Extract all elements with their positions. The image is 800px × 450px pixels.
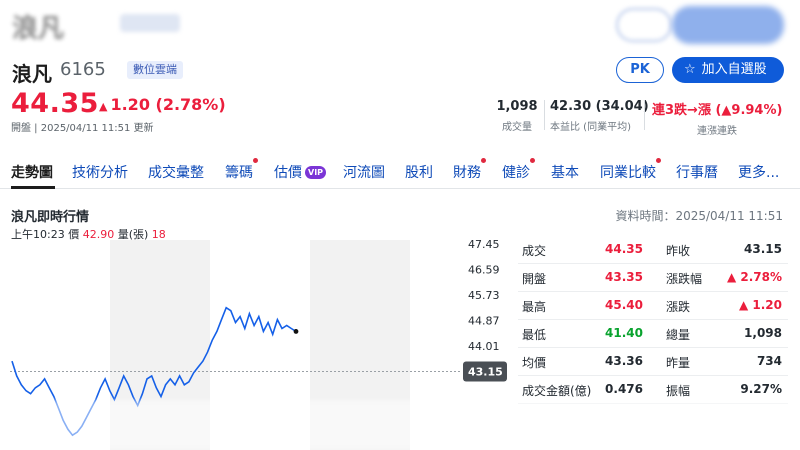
metric-value: 1,098 [496, 99, 538, 114]
up-triangle-icon: ▲ [99, 100, 108, 113]
y-tick-label: 47.45 [468, 240, 500, 251]
divider [544, 100, 545, 130]
stats-label: 開盤 [522, 272, 547, 286]
stats-value: 45.40 [605, 298, 643, 312]
pk-button[interactable]: PK [616, 57, 664, 83]
stats-label: 成交 [522, 244, 547, 258]
stats-label: 成交金額(億) [522, 384, 592, 398]
stats-row: 最高 45.40 漲跌 ▲ 1.20 [518, 292, 788, 320]
add-watchlist-button[interactable]: ☆ 加入自選股 [672, 57, 784, 83]
tab-chart[interactable]: 走勢圖 [11, 162, 53, 182]
blurred-header-strip: 浪凡 [0, 0, 800, 50]
stats-value: 43.35 [605, 270, 643, 284]
stats-label: 振幅 [666, 384, 691, 398]
metric-label: 連漲連跌 [697, 126, 737, 137]
price-change-value: 1.20 (2.78%) [110, 95, 226, 114]
add-watchlist-label: 加入自選股 [701, 62, 767, 77]
stats-row: 成交 44.35 昨收 43.15 [518, 236, 788, 264]
stock-code: 6165 [60, 59, 106, 80]
notification-dot [481, 158, 486, 163]
y-tick-label: 46.59 [468, 263, 500, 276]
tab-label: 健診 [502, 165, 530, 181]
stats-value: 0.476 [605, 382, 643, 396]
metric-streak: 連3跌→漲 (▲9.94%) 連漲連跌 [652, 99, 782, 137]
blurred-add-button [672, 6, 784, 44]
stats-value: 41.40 [605, 326, 643, 340]
y-tick-label: 44.87 [468, 314, 500, 327]
stats-row: 開盤 43.35 漲跌幅 ▲ 2.78% [518, 264, 788, 292]
tab-valuation[interactable]: 估價 VIP [274, 162, 327, 182]
stats-row: 最低 41.40 總量 1,098 [518, 320, 788, 348]
data-time: 資料時間：2025/04/11 11:51 [615, 209, 783, 223]
price-change: ▲ 1.20 (2.78%) [99, 95, 226, 114]
y-tick-label: 45.73 [468, 289, 500, 302]
tab-technical[interactable]: 技術分析 [72, 162, 128, 182]
notification-dot [253, 158, 258, 163]
divider [644, 100, 645, 130]
star-icon: ☆ [684, 62, 696, 77]
tab-financial[interactable]: 財務 [453, 158, 486, 182]
metric-label: 成交量 [502, 122, 532, 133]
stats-value: 43.15 [744, 242, 782, 256]
market-status: 開盤 | 2025/04/11 11:51 更新 [11, 123, 154, 134]
y-tick-label: 44.01 [468, 340, 500, 353]
notification-dot [656, 158, 661, 163]
tab-dividend[interactable]: 股利 [405, 162, 433, 182]
stats-value: 1,098 [744, 326, 782, 340]
blurred-tag [120, 14, 180, 32]
stats-label: 總量 [666, 328, 691, 342]
last-price-dot [293, 329, 299, 334]
stats-label: 昨收 [666, 244, 691, 258]
metric-volume: 1,098 成交量 [494, 99, 540, 133]
current-price: 44.35 [11, 88, 99, 119]
tab-bar: 走勢圖 技術分析 成交彙整 籌碼 估價 VIP 河流圖 股利 財務 健診 基本 同… [0, 155, 800, 189]
tab-trades[interactable]: 成交彙整 [148, 162, 204, 182]
stock-name: 浪凡 [12, 62, 52, 86]
metric-value: 連3跌→漲 (▲9.94%) [652, 103, 783, 118]
metric-value: 42.30 (34.04) [550, 99, 649, 114]
tab-label: 財務 [453, 165, 481, 181]
stats-label: 漲跌 [666, 300, 691, 314]
tab-more[interactable]: 更多... [738, 162, 779, 182]
stats-label: 漲跌幅 [666, 272, 703, 286]
tab-river[interactable]: 河流圖 [343, 162, 385, 182]
tab-label: 同業比較 [600, 165, 656, 181]
tab-calendar[interactable]: 行事曆 [676, 162, 718, 182]
blurred-stock-title: 浪凡 [12, 14, 65, 44]
tab-checkup[interactable]: 健診 [502, 158, 535, 182]
tab-peer-compare[interactable]: 同業比較 [600, 158, 661, 182]
tab-basic[interactable]: 基本 [551, 162, 579, 182]
blurred-pk-button [616, 8, 672, 42]
stats-label: 均價 [522, 356, 547, 370]
stats-value: 734 [756, 354, 782, 368]
stats-value: 44.35 [605, 242, 643, 256]
tab-label: 估價 [274, 165, 302, 181]
stats-label: 最高 [522, 300, 547, 314]
blurred-bottom-overlay [0, 400, 800, 450]
realtime-title: 浪凡即時行情 [11, 210, 90, 225]
stats-value: ▲ 1.20 [738, 298, 782, 312]
stats-label: 最低 [522, 328, 547, 342]
stats-value: ▲ 2.78% [726, 270, 782, 284]
tab-chips[interactable]: 籌碼 [225, 158, 258, 182]
tab-label: 籌碼 [225, 165, 253, 181]
stats-value: 9.27% [740, 382, 782, 396]
active-tab-indicator [11, 186, 55, 189]
metric-label: 本益比 (同業平均) [550, 122, 631, 133]
industry-tag[interactable]: 數位雲端 [127, 61, 183, 79]
vip-badge: VIP [305, 166, 327, 179]
stats-label: 昨量 [666, 356, 691, 370]
stats-row: 均價 43.36 昨量 734 [518, 348, 788, 376]
reference-badge-label: 43.15 [468, 365, 503, 378]
stats-value: 43.36 [605, 354, 643, 368]
metric-pe: 42.30 (34.04) 本益比 (同業平均) [550, 99, 649, 133]
notification-dot [530, 158, 535, 163]
